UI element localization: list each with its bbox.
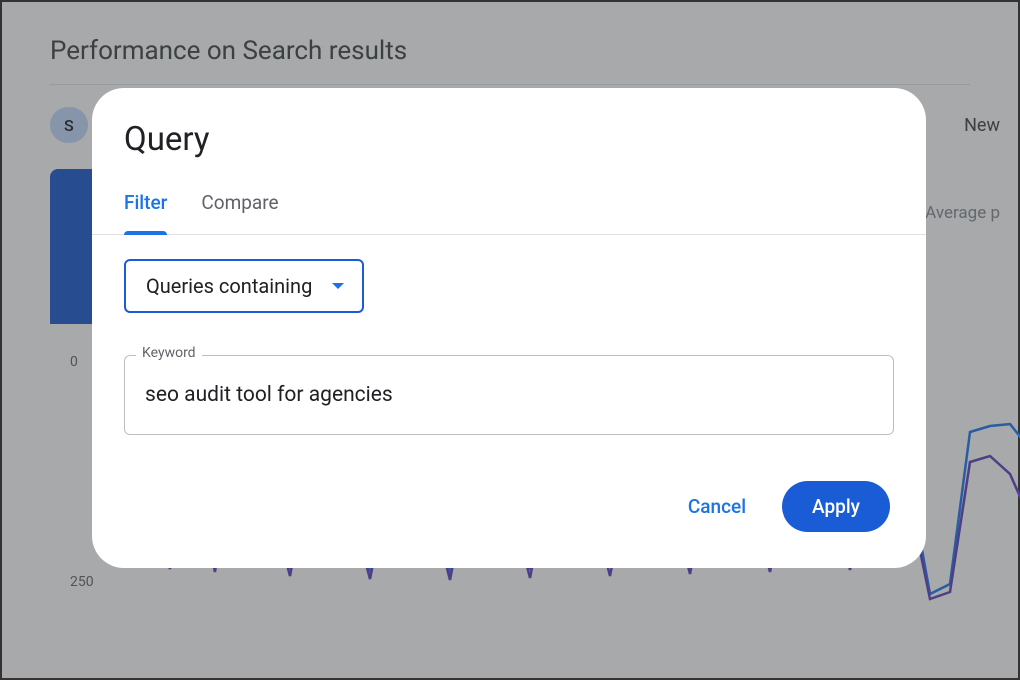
keyword-field-wrap: Keyword bbox=[124, 355, 894, 435]
modal-tabs: Filter Compare bbox=[92, 169, 926, 235]
tab-compare[interactable]: Compare bbox=[201, 191, 278, 234]
modal-body: Queries containing Keyword bbox=[92, 235, 926, 447]
query-filter-modal: Query Filter Compare Queries containing … bbox=[92, 88, 926, 568]
query-match-select[interactable]: Queries containing bbox=[124, 259, 364, 313]
tab-filter[interactable]: Filter bbox=[124, 191, 167, 234]
modal-actions: Cancel Apply bbox=[92, 447, 926, 540]
cancel-button[interactable]: Cancel bbox=[676, 487, 758, 526]
chevron-down-icon bbox=[332, 283, 344, 289]
apply-button[interactable]: Apply bbox=[782, 481, 890, 532]
keyword-input[interactable] bbox=[124, 355, 894, 435]
select-value: Queries containing bbox=[146, 274, 312, 298]
modal-title: Query bbox=[92, 120, 926, 169]
keyword-label: Keyword bbox=[136, 345, 202, 361]
